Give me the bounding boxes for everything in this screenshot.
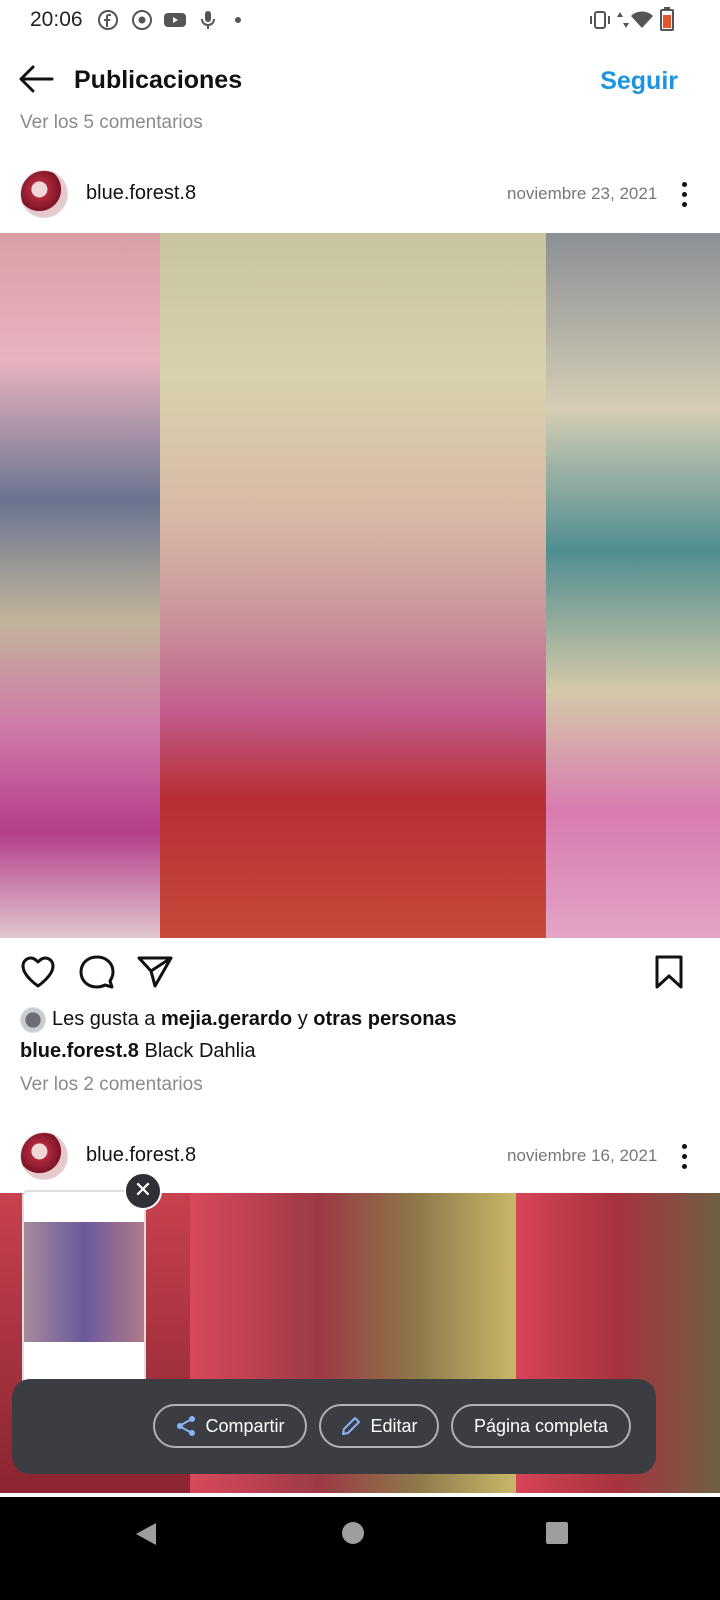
full-page-label: Página completa [473,1415,609,1436]
vibrate-icon [590,11,610,29]
battery-icon [660,7,674,31]
post-date: noviembre 16, 2021 [507,1146,658,1165]
system-nav-bar [0,1497,720,1600]
avatar[interactable] [20,170,68,218]
app-header: Publicaciones Seguir [0,42,720,122]
post-username[interactable]: blue.forest.8 [86,182,196,205]
close-thumbnail-button[interactable]: ✕ [124,1172,162,1210]
post-comments-link[interactable]: Ver los 2 comentarios [20,1074,203,1096]
edit-button[interactable]: Editar [319,1404,439,1448]
comment-icon[interactable] [79,954,115,990]
bookmark-icon[interactable] [654,955,684,989]
send-icon[interactable] [137,955,173,989]
share-icon [177,1416,196,1436]
close-icon: ✕ [133,1177,153,1202]
share-button[interactable]: Compartir [153,1404,307,1448]
caption-text: Black Dahlia [138,1040,256,1062]
edit-label: Editar [370,1415,418,1436]
pencil-icon [342,1417,361,1435]
likes-others[interactable]: otras personas [313,1008,456,1030]
likes-prefix: Les gusta a [52,1008,161,1030]
mic-icon [201,11,215,29]
chrome-icon [132,10,152,30]
nav-home-icon[interactable] [341,1521,365,1545]
post-date: noviembre 23, 2021 [507,184,658,203]
page-title: Publicaciones [74,66,243,94]
post-header: blue.forest.8 noviembre 16, 2021 [0,1120,720,1190]
post-header: blue.forest.8 noviembre 23, 2021 [0,158,720,228]
screenshot-action-bar: Compartir Editar Página completa [12,1379,656,1474]
likes-middle: y [292,1008,314,1030]
post-username[interactable]: blue.forest.8 [86,1144,196,1167]
thumbnail-image [24,1222,144,1342]
more-options-icon[interactable] [682,182,688,212]
likes-summary[interactable]: Les gusta a mejia.gerardo y otras person… [52,1008,457,1031]
data-arrows-icon [617,12,629,28]
like-heart-icon[interactable] [20,955,56,989]
more-options-icon[interactable] [682,1144,688,1174]
post-photo[interactable] [0,233,720,938]
wifi-icon [631,11,653,28]
status-bar: 20:06 [0,0,720,42]
dot-icon [235,17,241,23]
full-page-button[interactable]: Página completa [451,1404,631,1448]
youtube-icon [164,13,186,27]
follow-button[interactable]: Seguir [600,67,678,96]
likes-user[interactable]: mejia.gerardo [161,1008,292,1030]
post-caption: blue.forest.8 Black Dahlia [20,1040,256,1063]
photo-panel-center [160,233,546,938]
caption-username[interactable]: blue.forest.8 [20,1040,139,1062]
photo-panel-left [0,233,160,938]
back-arrow-icon[interactable] [18,64,54,94]
nav-recents-icon[interactable] [546,1522,568,1544]
status-time: 20:06 [30,8,83,31]
share-label: Compartir [205,1415,285,1436]
avatar[interactable] [20,1132,68,1180]
nav-back-icon[interactable] [134,1521,158,1547]
photo-panel-right [546,233,720,938]
liker-avatar[interactable] [20,1007,46,1033]
prev-post-comments-link[interactable]: Ver los 5 comentarios [20,112,203,134]
facebook-icon [98,10,118,30]
